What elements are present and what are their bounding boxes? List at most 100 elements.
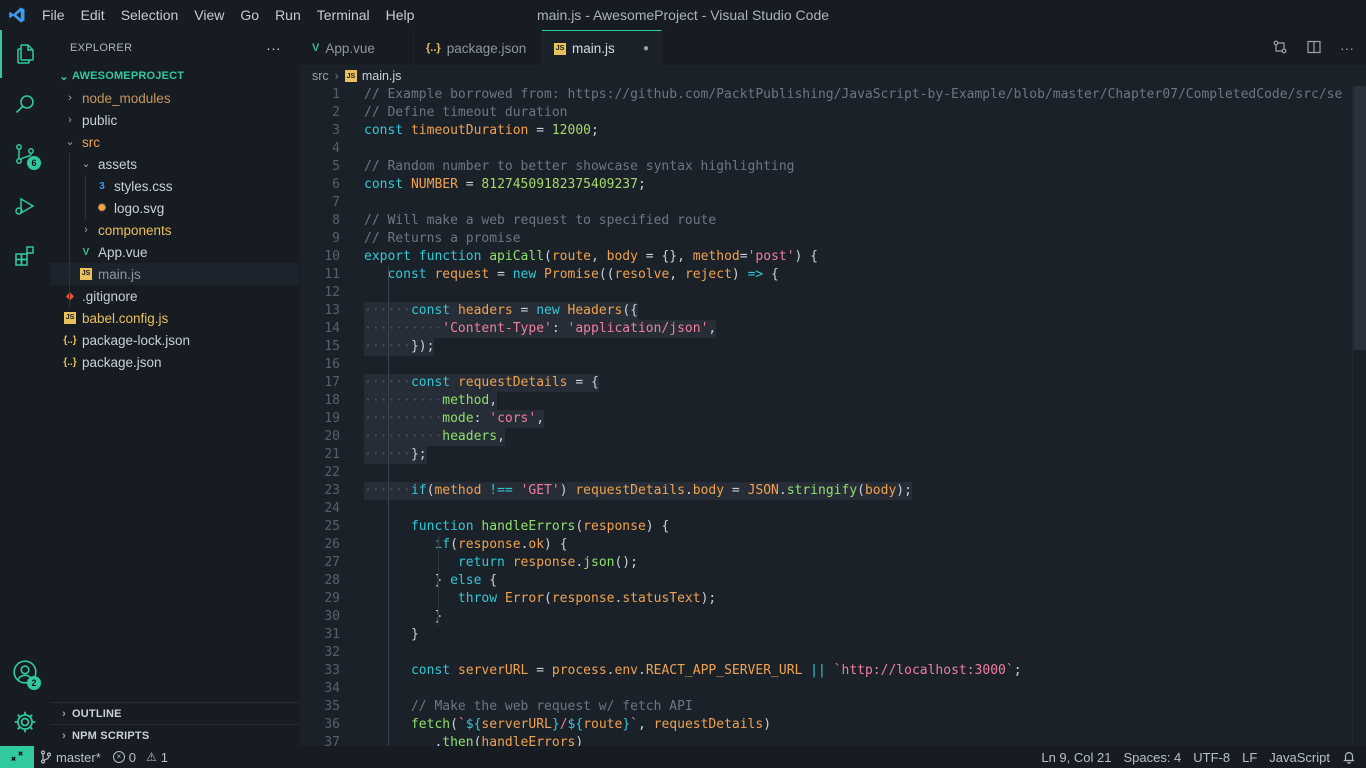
source-control-icon[interactable]: 6 bbox=[0, 130, 50, 178]
gear-icon[interactable] bbox=[0, 698, 50, 746]
branch-status[interactable]: master* bbox=[34, 750, 107, 765]
folder-item[interactable]: ⌄ src bbox=[50, 131, 299, 153]
file-item[interactable]: {..} package-lock.json bbox=[50, 329, 299, 351]
file-item[interactable]: JS main.js bbox=[50, 263, 299, 285]
line-number: 9 bbox=[332, 231, 340, 246]
workspace-root[interactable]: ⌄ AWESOMEPROJECT bbox=[50, 66, 299, 86]
line-number: 8 bbox=[332, 213, 340, 228]
menu-selection[interactable]: Selection bbox=[113, 0, 187, 30]
file-item[interactable]: ✺ logo.svg bbox=[50, 197, 299, 219]
code-token: => bbox=[747, 267, 764, 282]
code-token: // Example borrowed from: https://github… bbox=[364, 87, 1343, 102]
more-actions-icon[interactable]: ··· bbox=[266, 40, 281, 56]
code-token: REACT_APP_SERVER_URL bbox=[645, 663, 803, 678]
code-token: handleErrors bbox=[481, 735, 576, 746]
indentation-status[interactable]: Spaces: 4 bbox=[1117, 750, 1187, 765]
folder-item[interactable]: › components bbox=[50, 219, 299, 241]
line-number: 16 bbox=[324, 357, 340, 372]
folder-item[interactable]: › public bbox=[50, 109, 299, 131]
code-token: ); bbox=[896, 483, 912, 498]
search-icon[interactable] bbox=[0, 80, 50, 128]
code-token: // Random number to better showcase synt… bbox=[364, 159, 795, 174]
warning-icon: ⚠ bbox=[146, 750, 157, 764]
cursor-position[interactable]: Ln 9, Col 21 bbox=[1035, 750, 1117, 765]
extensions-icon[interactable] bbox=[0, 232, 50, 280]
code-line: function handleErrors(response) { bbox=[364, 518, 1352, 536]
menu-file[interactable]: File bbox=[34, 0, 73, 30]
eol-status[interactable]: LF bbox=[1236, 750, 1263, 765]
code-token: Headers bbox=[567, 303, 623, 318]
code-token: throw bbox=[457, 591, 505, 606]
line-number: 14 bbox=[324, 321, 340, 336]
file-item[interactable]: V App.vue bbox=[50, 241, 299, 263]
tab-label: App.vue bbox=[325, 40, 375, 56]
menu-run[interactable]: Run bbox=[267, 0, 309, 30]
chevron-right-icon: › bbox=[68, 92, 72, 104]
code-token: method bbox=[434, 483, 482, 498]
line-number: 21 bbox=[324, 447, 340, 462]
code-area[interactable]: // Example borrowed from: https://github… bbox=[364, 86, 1352, 746]
code-token: Promise bbox=[544, 267, 599, 282]
code-line: } bbox=[364, 626, 1352, 644]
more-actions-icon[interactable]: ··· bbox=[1340, 40, 1354, 56]
problems-status[interactable]: × 0 ⚠ 1 bbox=[107, 750, 174, 765]
code-token: . bbox=[637, 663, 646, 678]
file-item[interactable]: JS babel.config.js bbox=[50, 307, 299, 329]
json-file-icon: {..} bbox=[63, 334, 77, 346]
folder-item[interactable]: ⌄ assets bbox=[50, 153, 299, 175]
workspace-name: AWESOMEPROJECT bbox=[72, 70, 185, 82]
code-line: } bbox=[364, 608, 1352, 626]
npm-scripts-section[interactable]: › NPM SCRIPTS bbox=[50, 724, 299, 746]
code-token: Error bbox=[504, 591, 545, 606]
outline-section[interactable]: › OUTLINE bbox=[50, 702, 299, 724]
code-token: stringify bbox=[786, 483, 858, 498]
scm-badge: 6 bbox=[27, 156, 41, 170]
menu-terminal[interactable]: Terminal bbox=[309, 0, 378, 30]
menu-go[interactable]: Go bbox=[232, 0, 267, 30]
code-editor[interactable]: 1 2 3 4 5 6 7 8 9 10 11 12 13 14 15 16 17 18 19 20 21 22 23 24 2… bbox=[300, 86, 1366, 746]
code-token: ({ bbox=[622, 303, 638, 318]
code-line: // Returns a promise bbox=[364, 230, 1352, 248]
tab-main-js[interactable]: JS main.js ● bbox=[542, 30, 662, 66]
line-number: 34 bbox=[324, 681, 340, 696]
code-token: ` bbox=[630, 717, 638, 732]
code-token: ` bbox=[457, 717, 466, 732]
language-mode[interactable]: JavaScript bbox=[1263, 750, 1336, 765]
menu-view[interactable]: View bbox=[186, 0, 232, 30]
accounts-icon[interactable]: 2 bbox=[0, 648, 50, 696]
notifications-bell-icon[interactable] bbox=[1336, 750, 1366, 764]
folder-item[interactable]: › node_modules bbox=[50, 87, 299, 109]
breadcrumb: src › JS main.js bbox=[300, 66, 1366, 86]
vertical-scrollbar[interactable] bbox=[1352, 86, 1366, 746]
remote-icon[interactable] bbox=[0, 746, 34, 768]
tab-package-json[interactable]: {..} package.json bbox=[414, 30, 542, 66]
menu-help[interactable]: Help bbox=[378, 0, 423, 30]
code-token: response bbox=[512, 555, 576, 570]
chevron-down-icon: ⌄ bbox=[65, 136, 75, 148]
breadcrumb-file[interactable]: main.js bbox=[362, 69, 402, 83]
code-token: ) { bbox=[544, 537, 568, 552]
file-item[interactable]: {..} package.json bbox=[50, 351, 299, 373]
scrollbar-thumb[interactable] bbox=[1354, 86, 1366, 350]
breadcrumb-folder[interactable]: src bbox=[312, 69, 329, 83]
explorer-icon[interactable] bbox=[0, 30, 50, 78]
menu-edit[interactable]: Edit bbox=[73, 0, 113, 30]
unsaved-dot-icon[interactable]: ● bbox=[643, 43, 649, 54]
run-debug-icon[interactable] bbox=[0, 182, 50, 230]
svg-file-icon: ✺ bbox=[97, 202, 107, 214]
menu-bar: File Edit Selection View Go Run Terminal… bbox=[34, 0, 422, 30]
file-item[interactable]: ◆ .gitignore bbox=[50, 285, 299, 307]
compare-changes-icon[interactable] bbox=[1272, 39, 1288, 58]
tree-item-label: components bbox=[98, 222, 172, 238]
code-line: // Will make a web request to specified … bbox=[364, 212, 1352, 230]
git-file-icon: ◆ bbox=[62, 291, 78, 302]
code-token: = bbox=[724, 483, 748, 498]
code-line: export function apiCall(route, body = {}… bbox=[364, 248, 1352, 266]
tab-app-vue[interactable]: V App.vue bbox=[300, 30, 414, 66]
encoding-status[interactable]: UTF-8 bbox=[1187, 750, 1236, 765]
code-line: const request = new Promise((resolve, re… bbox=[364, 266, 1352, 284]
split-editor-icon[interactable] bbox=[1306, 39, 1322, 58]
file-item[interactable]: 3 styles.css bbox=[50, 175, 299, 197]
